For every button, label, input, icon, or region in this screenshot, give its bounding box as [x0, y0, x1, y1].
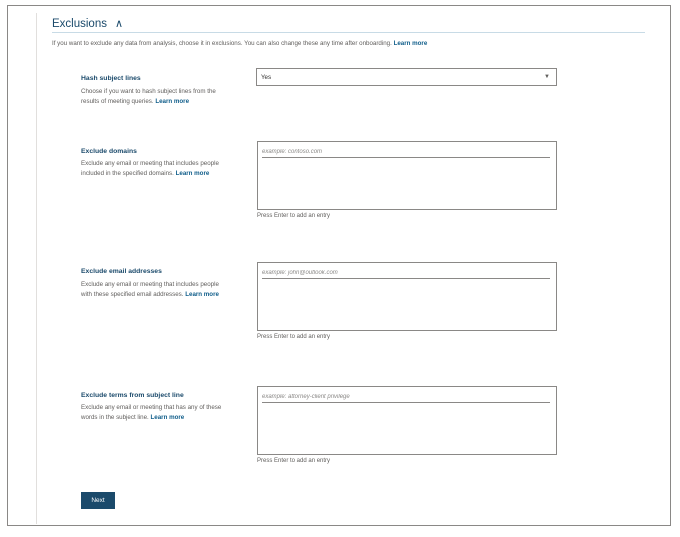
- intro-text: If you want to exclude any data from ana…: [52, 40, 428, 47]
- terms-title: Exclude terms from subject line: [81, 392, 184, 399]
- terms-hint: Press Enter to add an entry: [257, 458, 331, 464]
- next-button[interactable]: Next: [81, 492, 115, 509]
- hash-title: Hash subject lines: [81, 75, 141, 82]
- hash-select-value: Yes: [261, 73, 272, 81]
- domains-entry-box[interactable]: [257, 141, 557, 210]
- terms-entry-box[interactable]: [257, 386, 557, 455]
- domains-title: Exclude domains: [81, 148, 137, 155]
- divider: [36, 13, 37, 524]
- emails-entry-box[interactable]: [257, 262, 557, 331]
- domains-hint: Press Enter to add an entry: [257, 213, 331, 219]
- domains-learn-more-link[interactable]: Learn more: [176, 170, 210, 177]
- chevron-up-icon[interactable]: ∧: [115, 17, 123, 30]
- terms-input[interactable]: [262, 391, 550, 403]
- hash-learn-more-link[interactable]: Learn more: [155, 98, 189, 105]
- hash-description: Choose if you want to hash subject lines…: [81, 88, 216, 105]
- emails-title: Exclude email addresses: [81, 268, 162, 275]
- terms-description: Exclude any email or meeting that has an…: [81, 404, 222, 421]
- domains-description: Exclude any email or meeting that includ…: [81, 160, 219, 177]
- chevron-down-icon: ▼: [544, 74, 550, 80]
- emails-learn-more-link[interactable]: Learn more: [185, 291, 219, 298]
- emails-input[interactable]: [262, 267, 550, 279]
- emails-description: Exclude any email or meeting that includ…: [81, 281, 219, 298]
- hash-select[interactable]: Yes ▼: [256, 68, 557, 86]
- header-divider: [52, 32, 645, 33]
- section-header: Exclusions ∧: [52, 17, 123, 31]
- emails-hint: Press Enter to add an entry: [257, 334, 331, 340]
- terms-learn-more-link[interactable]: Learn more: [151, 414, 185, 421]
- section-title: Exclusions: [52, 17, 107, 30]
- intro-learn-more-link[interactable]: Learn more: [394, 40, 428, 47]
- domains-input[interactable]: [262, 146, 550, 158]
